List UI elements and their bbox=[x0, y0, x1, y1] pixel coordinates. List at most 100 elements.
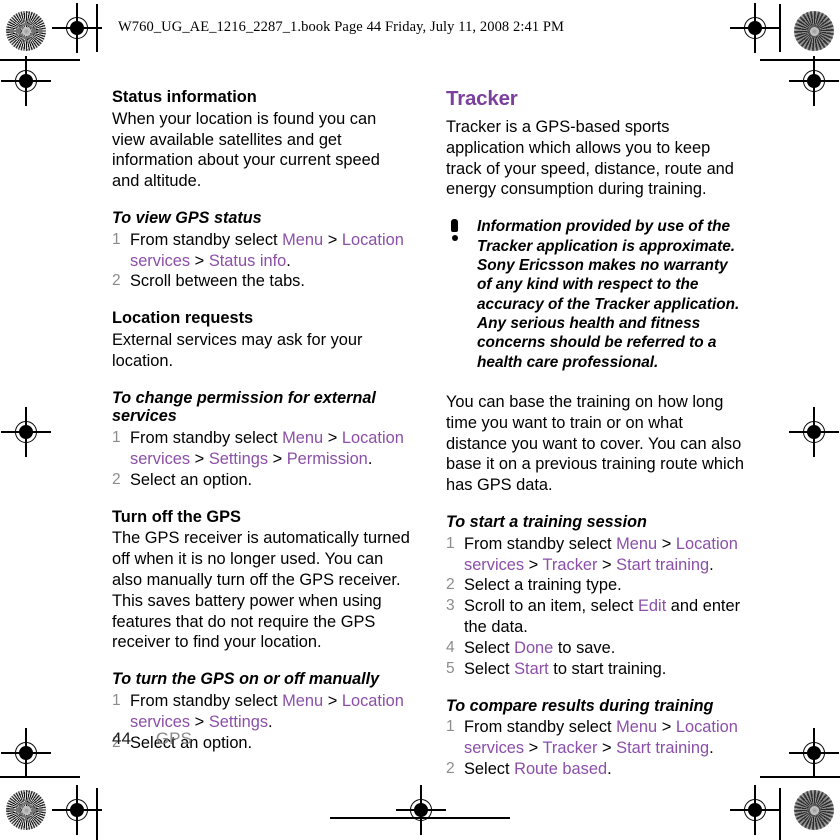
list-item: 1 From standby select Menu > Location ser… bbox=[446, 534, 746, 576]
footer-page-number: 44 bbox=[112, 729, 131, 748]
step-text-prefix: Scroll to an item, select bbox=[464, 597, 638, 616]
ui-link-done[interactable]: Done bbox=[514, 639, 553, 657]
ui-link-menu[interactable]: Menu bbox=[282, 692, 323, 710]
step-text: Scroll between the tabs. bbox=[130, 272, 305, 291]
step-text-suffix: to save. bbox=[553, 638, 616, 657]
step-number: 1 bbox=[112, 429, 121, 447]
step-number: 2 bbox=[112, 272, 121, 290]
step-number: 1 bbox=[112, 692, 121, 710]
step-text-prefix: From standby select bbox=[464, 534, 617, 553]
link-separator: > bbox=[190, 450, 209, 468]
list-item: 1 From standby select Menu > Location ser… bbox=[112, 230, 410, 272]
heading-turn-off-the-gps: Turn off the GPS bbox=[112, 507, 241, 526]
heading-to-view-gps-status: To view GPS status bbox=[112, 209, 262, 227]
step-text-prefix: Select bbox=[464, 760, 515, 779]
ui-link-edit[interactable]: Edit bbox=[638, 597, 666, 615]
link-separator: > bbox=[268, 450, 287, 468]
step-text-prefix: Select bbox=[464, 659, 515, 678]
list-item: 2 Scroll between the tabs. bbox=[112, 271, 410, 292]
step-number: 2 bbox=[446, 576, 455, 594]
step-text-suffix: . bbox=[286, 251, 291, 270]
step-text-suffix: . bbox=[268, 712, 273, 731]
list-item: 4 Select Done to save. bbox=[446, 638, 746, 659]
ui-link-status-info[interactable]: Status info bbox=[209, 252, 286, 270]
step-number: 1 bbox=[112, 230, 121, 248]
step-text-prefix: From standby select bbox=[464, 718, 617, 737]
paragraph-status-information: When your location is found you can view… bbox=[112, 109, 380, 191]
ui-link-menu[interactable]: Menu bbox=[282, 231, 323, 249]
link-separator: > bbox=[323, 429, 342, 448]
warning-note-text: Information provided by use of the Track… bbox=[477, 218, 740, 371]
warning-note: Information provided by use of the Track… bbox=[446, 217, 746, 372]
step-number: 3 bbox=[446, 597, 455, 615]
link-separator: > bbox=[524, 739, 543, 758]
heading-to-start-training-session: To start a training session bbox=[446, 513, 647, 532]
paragraph-tracker-intro: Tracker is a GPS-based sports applicatio… bbox=[446, 117, 734, 199]
ui-link-menu[interactable]: Menu bbox=[616, 718, 657, 736]
ui-link-menu[interactable]: Menu bbox=[616, 535, 657, 553]
exclamation-icon bbox=[450, 219, 459, 242]
right-column: Tracker Tracker is a GPS-based sports ap… bbox=[446, 87, 746, 780]
ui-link-start-training[interactable]: Start training bbox=[616, 556, 709, 574]
page-title-tracker: Tracker bbox=[446, 87, 518, 110]
step-number: 5 bbox=[446, 659, 455, 677]
ui-link-settings[interactable]: Settings bbox=[209, 713, 268, 731]
ui-link-settings[interactable]: Settings bbox=[209, 450, 268, 468]
footer-section-name: GPS bbox=[155, 729, 192, 748]
ui-link-tracker[interactable]: Tracker bbox=[543, 556, 598, 574]
step-text-suffix: . bbox=[709, 555, 714, 574]
steps-start-training: 1 From standby select Menu > Location ser… bbox=[446, 534, 746, 680]
page-footer: 44 GPS bbox=[112, 729, 192, 749]
heading-to-change-permission: To change permission for external servic… bbox=[112, 388, 376, 426]
paragraph-location-requests: External services may ask for your locat… bbox=[112, 330, 363, 370]
left-column: Status information When your location is… bbox=[112, 88, 410, 754]
step-number: 4 bbox=[446, 638, 455, 656]
step-text-prefix: Select bbox=[464, 638, 515, 657]
ui-link-route-based[interactable]: Route based bbox=[514, 760, 607, 778]
list-item: 5 Select Start to start training. bbox=[446, 659, 746, 680]
paragraph-training-basis: You can base the training on how long ti… bbox=[446, 392, 744, 495]
ui-link-tracker[interactable]: Tracker bbox=[543, 739, 598, 757]
link-separator: > bbox=[323, 692, 342, 711]
paragraph-turn-off-the-gps: The GPS receiver is automatically turned… bbox=[112, 529, 410, 652]
steps-view-gps-status: 1 From standby select Menu > Location ser… bbox=[112, 230, 410, 292]
link-separator: > bbox=[323, 230, 342, 249]
list-item: 1 From standby select Menu > Location ser… bbox=[112, 691, 410, 733]
heading-location-requests: Location requests bbox=[112, 309, 254, 328]
link-separator: > bbox=[597, 739, 617, 758]
list-item: 2 Select a training type. bbox=[446, 575, 746, 596]
heading-to-compare-results: To compare results during training bbox=[446, 696, 714, 715]
heading-status-information: Status information bbox=[112, 88, 257, 106]
step-text-prefix: From standby select bbox=[130, 429, 283, 448]
ui-link-permission[interactable]: Permission bbox=[287, 450, 368, 468]
link-separator: > bbox=[657, 718, 676, 737]
step-number: 1 bbox=[446, 718, 455, 736]
link-separator: > bbox=[190, 712, 209, 731]
ui-link-start-training[interactable]: Start training bbox=[616, 739, 709, 757]
step-text-prefix: From standby select bbox=[130, 230, 283, 249]
steps-change-permission: 1 From standby select Menu > Location ser… bbox=[112, 428, 410, 490]
step-text-suffix: . bbox=[607, 760, 612, 779]
link-separator: > bbox=[190, 251, 209, 270]
list-item: 1 From standby select Menu > Location ser… bbox=[112, 428, 410, 470]
step-text-suffix: to start training. bbox=[548, 659, 667, 678]
step-number: 2 bbox=[446, 760, 455, 778]
list-item: 1 From standby select Menu > Location ser… bbox=[446, 717, 746, 759]
ui-link-menu[interactable]: Menu bbox=[282, 429, 323, 447]
step-text-prefix: From standby select bbox=[130, 692, 283, 711]
step-text: Select an option. bbox=[130, 470, 253, 489]
ui-link-start[interactable]: Start bbox=[514, 660, 549, 678]
steps-compare-results: 1 From standby select Menu > Location ser… bbox=[446, 717, 746, 779]
step-number: 2 bbox=[112, 470, 121, 488]
link-separator: > bbox=[657, 534, 676, 553]
list-item: 3 Scroll to an item, select Edit and ente… bbox=[446, 596, 746, 638]
